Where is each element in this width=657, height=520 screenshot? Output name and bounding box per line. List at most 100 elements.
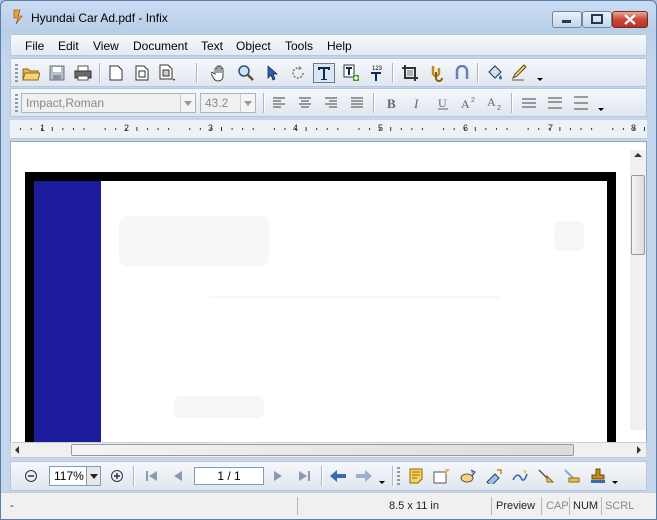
menu-object[interactable]: Object [236,39,271,53]
new-page-icon[interactable] [106,63,126,83]
chevron-down-icon[interactable] [86,467,100,485]
zoom-value: 117% [54,469,84,483]
text-tool-icon[interactable] [313,63,335,83]
ruler-number: 1 [40,123,46,133]
align-left-icon[interactable] [269,93,289,113]
zoom-out-icon[interactable] [21,466,41,486]
open-folder-icon[interactable] [21,63,41,83]
zoom-in-icon[interactable] [107,466,127,486]
faint-bottom-graphic [174,396,264,418]
more-format-icon[interactable] [596,93,606,113]
note-icon[interactable] [406,466,426,486]
font-size-value: 43.2 [205,96,229,110]
align-right-icon[interactable] [321,93,341,113]
close-button[interactable] [612,11,648,28]
svg-text:A: A [461,97,470,110]
minimize-button[interactable] [552,11,582,28]
toolbar-separator [477,63,479,83]
menu-file[interactable]: File [25,39,44,53]
page-number-value: 1 / 1 [217,469,241,483]
pdf-page[interactable] [25,172,616,443]
status-separator [297,497,298,515]
subscript-icon[interactable]: A2 [485,93,505,113]
menu-edit[interactable]: Edit [58,39,79,53]
zoom-tool-icon[interactable] [236,63,256,83]
underline-icon[interactable]: U [433,93,453,113]
page-properties-icon[interactable] [158,63,178,83]
menu-help[interactable]: Help [327,39,352,53]
align-justify-icon[interactable] [347,93,367,113]
text-frame-icon[interactable] [341,63,361,83]
italic-icon[interactable]: I [408,93,428,113]
pen-icon[interactable] [511,63,531,83]
magnet-icon[interactable] [452,63,472,83]
first-page-icon[interactable] [142,466,162,486]
svg-text:123: 123 [372,66,383,72]
caps-lock-indicator: CAP [546,500,569,512]
page-view-icon[interactable] [132,63,152,83]
more-tools-icon[interactable] [535,63,545,83]
save-icon[interactable] [47,63,67,83]
text-numbering-icon[interactable]: 123 [367,63,387,83]
indent-icon[interactable] [571,93,591,113]
line-tool-icon[interactable] [536,466,556,486]
font-size-select[interactable]: 43.2 [200,93,256,113]
chevron-down-icon[interactable] [180,94,195,112]
vertical-scrollbar[interactable] [630,150,646,430]
previous-page-icon[interactable] [168,466,188,486]
page-number-field[interactable]: 1 / 1 [194,467,264,485]
next-page-icon[interactable] [268,466,288,486]
back-icon[interactable] [328,466,348,486]
bold-icon[interactable]: B [382,93,402,113]
status-separator [541,497,542,515]
horizontal-scroll-thumb[interactable] [71,444,574,456]
scroll-up-icon[interactable] [634,152,642,158]
select-arrow-icon[interactable] [262,63,282,83]
crop-icon[interactable] [400,63,420,83]
maximize-button[interactable] [582,11,612,28]
rotate-icon[interactable] [288,63,308,83]
callout-icon[interactable] [484,466,504,486]
mode-indicator[interactable]: Preview [496,498,535,514]
menu-view[interactable]: View [93,39,119,53]
text-box-icon[interactable] [432,466,452,486]
align-center-icon[interactable] [295,93,315,113]
stamp-icon[interactable] [588,466,608,486]
stroke-tool-icon[interactable] [562,466,582,486]
menu-tools[interactable]: Tools [285,39,313,53]
links-icon[interactable] [426,63,446,83]
toolbar-separator [99,63,101,83]
toolbar-separator [511,93,513,113]
menu-document[interactable]: Document [133,39,188,53]
print-icon[interactable] [73,63,93,83]
link-tool-icon[interactable] [510,466,530,486]
toolbar-grip[interactable] [15,94,18,112]
scroll-left-icon[interactable] [14,446,20,454]
menu-text[interactable]: Text [201,39,223,53]
horizontal-scrollbar[interactable] [10,442,647,458]
faint-corner-graphic [554,221,584,251]
ruler-number: 3 [208,123,214,133]
ruler-number: 7 [548,123,554,133]
forward-icon[interactable] [354,466,374,486]
toolbar-separator [133,466,135,486]
svg-text:U: U [438,96,447,110]
toolbar-grip[interactable] [15,64,18,82]
superscript-icon[interactable]: A2 [459,93,479,113]
more-nav-icon[interactable] [377,466,387,486]
scroll-right-icon[interactable] [636,446,642,454]
chevron-down-icon[interactable] [240,94,255,112]
highlight-icon[interactable] [458,466,478,486]
document-canvas[interactable] [10,141,647,444]
font-name-select[interactable]: Impact,Roman [21,93,196,113]
vertical-scroll-thumb[interactable] [631,175,645,255]
fill-bucket-icon[interactable] [485,63,505,83]
paragraph-spacing-icon[interactable] [545,93,565,113]
ruler-number: 5 [378,123,384,133]
line-spacing-icon[interactable] [519,93,539,113]
more-annotations-icon[interactable] [610,466,620,486]
hand-tool-icon[interactable] [210,63,230,83]
last-page-icon[interactable] [294,466,314,486]
title-bar: Hyundai Car Ad.pdf - Infix [1,1,656,31]
toolbar-grip[interactable] [397,467,400,485]
